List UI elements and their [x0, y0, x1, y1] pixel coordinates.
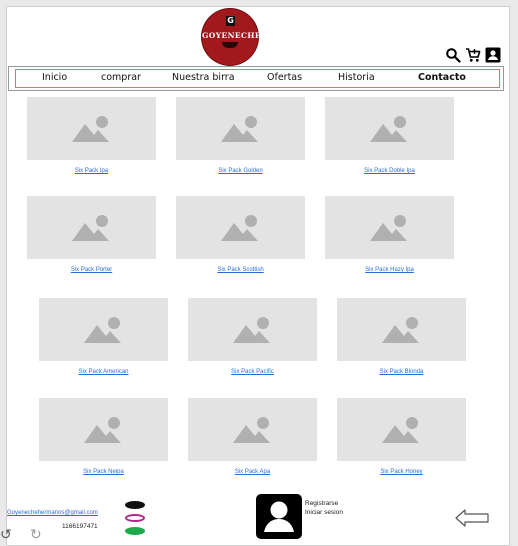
redo-icon[interactable]: ↻ — [30, 527, 42, 543]
brand-logo[interactable]: G GOYENECHE — [202, 9, 261, 65]
image-placeholder-icon[interactable] — [39, 298, 168, 361]
product-card[interactable]: Six Pack Pacific — [188, 298, 317, 375]
main-nav-inner: Inicio comprar Nuestra birra Ofertas His… — [15, 69, 500, 88]
product-card[interactable]: Six Pack Golden — [176, 97, 305, 174]
product-link[interactable]: Six Pack Neipa — [39, 469, 168, 475]
product-card[interactable]: Six Pack Neipa — [39, 398, 168, 475]
nav-contacto[interactable]: Contacto — [418, 72, 466, 83]
image-placeholder-icon[interactable] — [176, 196, 305, 259]
account-icon[interactable] — [485, 47, 501, 63]
undo-icon[interactable]: ↺ — [0, 527, 12, 543]
image-placeholder-icon[interactable] — [188, 398, 317, 461]
product-link[interactable]: Six Pack Apa — [188, 469, 317, 475]
search-icon[interactable] — [445, 47, 461, 63]
cart-icon[interactable] — [465, 47, 481, 63]
register-link[interactable]: Registrarse — [305, 499, 343, 508]
product-card[interactable]: Six Pack Honey — [337, 398, 466, 475]
image-placeholder-icon[interactable] — [325, 196, 454, 259]
product-link[interactable]: Six Pack Honey — [337, 469, 466, 475]
nav-ofertas[interactable]: Ofertas — [267, 72, 302, 83]
logo-text: GOYENECHE — [202, 31, 261, 40]
product-link[interactable]: Six Pack Blonda — [337, 369, 466, 375]
footer-email-link[interactable]: Goyenechehermanos@gmail.com — [7, 510, 98, 516]
facebook-icon[interactable] — [125, 501, 145, 509]
logo-hat-icon — [222, 42, 238, 48]
product-link[interactable]: Six Pack Hazy Ipa — [325, 267, 454, 273]
nav-historia[interactable]: Historia — [338, 72, 375, 83]
page: G GOYENECHE Inicio comprar Nuestra birra… — [6, 6, 510, 546]
main-nav: Inicio comprar Nuestra birra Ofertas His… — [8, 66, 504, 91]
product-link[interactable]: Six Pack Doble Ipa — [325, 168, 454, 174]
product-card[interactable]: Six Pack American — [39, 298, 168, 375]
product-card[interactable]: Six Pack Hazy Ipa — [325, 196, 454, 273]
product-card[interactable]: Six Pack Ipa — [27, 97, 156, 174]
image-placeholder-icon[interactable] — [176, 97, 305, 160]
product-link[interactable]: Six Pack Golden — [176, 168, 305, 174]
header-tools — [445, 47, 501, 63]
image-placeholder-icon[interactable] — [27, 97, 156, 160]
product-link[interactable]: Six Pack Scottish — [176, 267, 305, 273]
product-link[interactable]: Six Pack American — [39, 369, 168, 375]
footer-phone: 1166197471 — [62, 523, 98, 530]
instagram-icon[interactable] — [125, 514, 145, 522]
product-link[interactable]: Six Pack Ipa — [27, 168, 156, 174]
product-card[interactable]: Six Pack Scottish — [176, 196, 305, 273]
back-arrow-icon[interactable] — [454, 508, 490, 533]
image-placeholder-icon[interactable] — [325, 97, 454, 160]
product-link[interactable]: Six Pack Pacific — [188, 369, 317, 375]
image-placeholder-icon[interactable] — [27, 196, 156, 259]
product-card[interactable]: Six Pack Porter — [27, 196, 156, 273]
image-placeholder-icon[interactable] — [337, 298, 466, 361]
logo-letter: G — [226, 16, 235, 26]
product-card[interactable]: Six Pack Blonda — [337, 298, 466, 375]
nav-comprar[interactable]: comprar — [101, 72, 141, 83]
product-link[interactable]: Six Pack Porter — [27, 267, 156, 273]
whatsapp-icon[interactable] — [125, 527, 145, 535]
nav-nuestra-birra[interactable]: Nuestra birra — [172, 72, 235, 83]
nav-inicio[interactable]: Inicio — [42, 72, 67, 83]
image-placeholder-icon[interactable] — [188, 298, 317, 361]
product-card[interactable]: Six Pack Doble Ipa — [325, 97, 454, 174]
user-profile-icon[interactable] — [256, 494, 302, 539]
login-link[interactable]: Iniciar sesion — [305, 508, 343, 517]
product-card[interactable]: Six Pack Apa — [188, 398, 317, 475]
auth-links: Registrarse Iniciar sesion — [305, 499, 343, 517]
image-placeholder-icon[interactable] — [337, 398, 466, 461]
image-placeholder-icon[interactable] — [39, 398, 168, 461]
